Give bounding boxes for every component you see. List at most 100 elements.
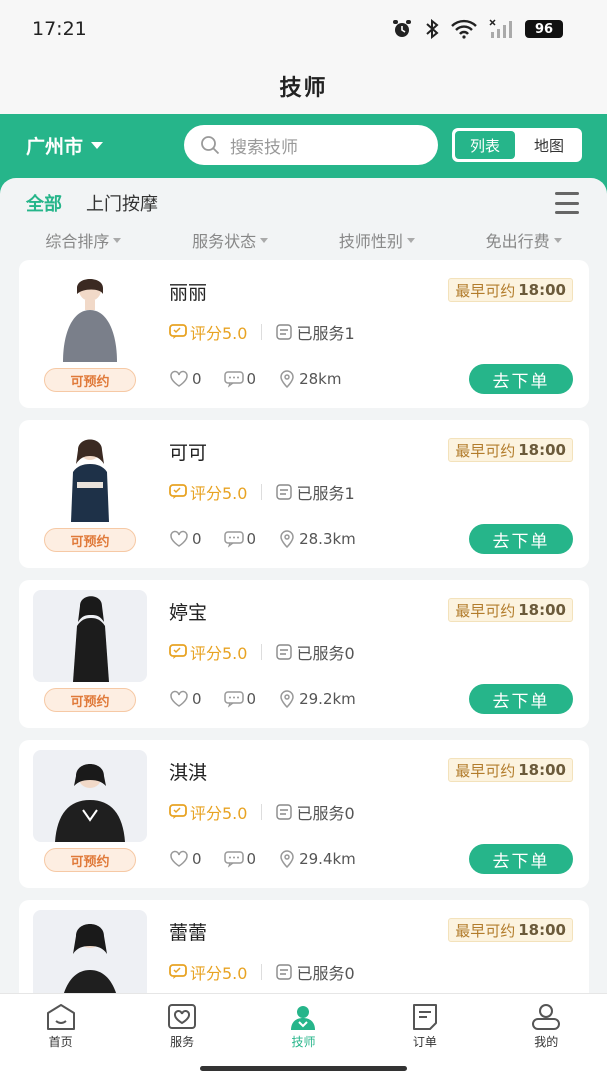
filter-bar: 综合排序 服务状态 技师性别 免出行费: [0, 228, 607, 252]
available-badge: 可预约: [44, 528, 136, 552]
menu-icon[interactable]: [555, 192, 579, 214]
chevron-down-icon: [553, 237, 562, 243]
filter-sort[interactable]: 综合排序: [45, 228, 122, 252]
earliest-slot-badge: 最早可约 18:00: [448, 918, 573, 942]
page-title: 技师: [279, 76, 328, 101]
nav-home[interactable]: 首页: [21, 1003, 101, 1050]
earliest-slot-badge: 最早可约 18:00: [448, 278, 573, 302]
earliest-slot-badge: 最早可约 18:00: [448, 758, 573, 782]
tab-all[interactable]: 全部: [26, 190, 62, 216]
view-toggle: 列表 地图: [452, 128, 582, 162]
comment-icon: [223, 531, 244, 548]
filter-label: 免出行费: [485, 232, 550, 251]
available-badge: 可预约: [44, 368, 136, 392]
served-icon: [276, 324, 293, 340]
nav-profile[interactable]: 我的: [506, 1003, 586, 1050]
alarm-icon: [393, 20, 411, 37]
bluetooth-icon: [426, 19, 439, 39]
order-button[interactable]: 去下单: [469, 844, 573, 874]
city-label: 广州市: [26, 136, 84, 158]
therapist-photo: [33, 590, 147, 682]
filter-label: 技师性别: [338, 232, 403, 251]
nav-service[interactable]: 服务: [142, 1003, 222, 1050]
wifi-icon: [451, 19, 477, 39]
rating-icon: [169, 644, 187, 659]
tab-home-massage[interactable]: 上门按摩: [86, 190, 158, 216]
category-tabs: 全部 上门按摩: [26, 190, 158, 216]
toggle-list[interactable]: 列表: [455, 131, 515, 159]
served-icon: [276, 804, 293, 820]
rating-row: 评分5.0 已服务0: [169, 800, 355, 824]
location-icon: [280, 530, 294, 548]
therapist-name: 蕾蕾: [169, 922, 208, 944]
comment-icon: [223, 851, 244, 868]
comment-icon: [223, 371, 244, 388]
search-icon: [201, 136, 220, 155]
chevron-down-icon: [113, 237, 122, 243]
rating-row: 评分5.0 已服务0: [169, 640, 355, 664]
stats-row: 0 0 28.3km: [169, 530, 356, 548]
title-bar: 技师: [0, 58, 607, 114]
therapist-card[interactable]: 可预约 可可 最早可约 18:00 评分5.0 已服务1 0 0 28.3km 去…: [19, 420, 589, 568]
like-icon: [170, 690, 188, 707]
rating-row: 评分5.0 已服务0: [169, 960, 355, 984]
home-icon: [46, 1003, 75, 1030]
rating-row: 评分5.0 已服务1: [169, 480, 355, 504]
stats-row: 0 0 29.2km: [169, 690, 356, 708]
stats-row: 0 0 28km: [169, 370, 341, 388]
therapist-card[interactable]: 可预约 丽丽 最早可约 18:00 评分5.0 已服务1 0 0 28km 去下单: [19, 260, 589, 408]
location-icon: [280, 690, 294, 708]
location-icon: [280, 370, 294, 388]
rating-icon: [169, 324, 187, 339]
location-icon: [280, 850, 294, 868]
served-icon: [276, 964, 293, 980]
filter-gender[interactable]: 技师性别: [339, 228, 415, 252]
therapist-card[interactable]: 可预约 婷宝 最早可约 18:00 评分5.0 已服务0 0 0 29.2km 去…: [19, 580, 589, 728]
signal-icon: [489, 19, 512, 38]
available-badge: 可预约: [44, 848, 136, 872]
available-badge: 可预约: [44, 688, 136, 712]
earliest-slot-badge: 最早可约 18:00: [448, 598, 573, 622]
chevron-down-icon: [260, 237, 269, 243]
therapist-name: 婷宝: [169, 602, 208, 624]
home-indicator: [0, 1058, 607, 1080]
order-button[interactable]: 去下单: [469, 364, 573, 394]
status-icons: 96: [391, 19, 563, 39]
order-icon: [412, 1003, 437, 1030]
rating-icon: [169, 484, 187, 499]
order-button[interactable]: 去下单: [469, 684, 573, 714]
like-icon: [170, 370, 188, 387]
therapist-card[interactable]: 可预约 淇淇 最早可约 18:00 评分5.0 已服务0 0 0 29.4km 去…: [19, 740, 589, 888]
comment-icon: [223, 691, 244, 708]
therapist-card[interactable]: 蕾蕾 最早可约 18:00 评分5.0 已服务0: [19, 900, 589, 993]
content-area: 全部 上门按摩 综合排序 服务状态 技师性别 免出行费 可预约 丽丽 最早可约 1…: [0, 178, 607, 993]
rating-icon: [169, 804, 187, 819]
filter-travel-fee[interactable]: 免出行费: [486, 228, 562, 252]
chevron-down-icon: [91, 142, 104, 149]
therapist-photo: [33, 430, 147, 522]
served-icon: [276, 644, 293, 660]
order-button[interactable]: 去下单: [469, 524, 573, 554]
filter-label: 服务状态: [192, 232, 257, 251]
battery-indicator: 96: [525, 20, 563, 38]
status-bar: 17:21 96: [0, 0, 607, 58]
served-icon: [276, 484, 293, 500]
profile-icon: [532, 1003, 561, 1030]
bottom-nav: 首页 服务 技师 订单 我的: [0, 993, 607, 1058]
rating-row: 评分5.0 已服务1: [169, 320, 355, 344]
filter-status[interactable]: 服务状态: [192, 228, 269, 252]
therapist-photo: [33, 910, 147, 993]
like-icon: [170, 850, 188, 867]
nav-order[interactable]: 订单: [385, 1003, 465, 1050]
therapist-name: 丽丽: [169, 282, 208, 304]
nav-therapist[interactable]: 技师: [263, 1003, 343, 1050]
search-input[interactable]: 搜索技师: [184, 125, 438, 165]
city-selector[interactable]: 广州市: [26, 132, 104, 159]
toggle-map[interactable]: 地图: [519, 131, 579, 159]
service-icon: [168, 1003, 197, 1029]
filter-label: 综合排序: [45, 232, 110, 251]
therapist-photo: [33, 270, 147, 362]
rating-icon: [169, 964, 187, 979]
therapist-name: 淇淇: [169, 762, 208, 784]
therapist-photo: [33, 750, 147, 842]
